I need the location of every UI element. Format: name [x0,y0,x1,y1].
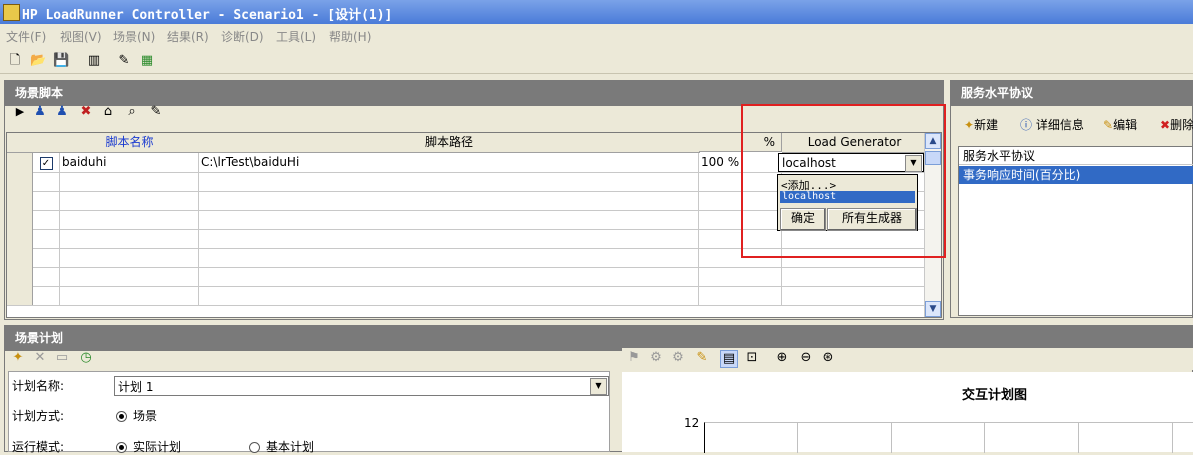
run-mode-real-radio[interactable]: 实际计划 [116,438,181,455]
menu-results[interactable]: 结果(R) [167,28,209,45]
menu-tools[interactable]: 工具(L) [276,28,316,45]
list-item[interactable]: 事务响应时间(百分比) [959,166,1193,184]
menu-file[interactable]: 文件(F) [6,28,46,45]
new-icon: ✦ [964,118,975,132]
pencil-icon: ✎ [1103,118,1114,132]
schedule-toolbar: ✦ ✕ ▭ ◷ [8,348,118,368]
row-header[interactable] [7,153,33,172]
plan-name-label: 计划名称: [12,379,65,393]
chart-ytick: 12 [684,416,700,430]
menu-scenario[interactable]: 场景(N) [113,28,155,45]
chart-plot-area [704,422,1193,453]
plan-mode-label: 计划方式: [12,409,65,423]
chart-tool-icon[interactable]: ⚑ [626,350,642,366]
script-details-icon[interactable]: ⌂ [100,104,116,120]
chart-tool-icon[interactable]: ⚙ [648,350,664,366]
schedule-form: 计划名称: 计划 1 ▼ 计划方式: 场景 运行模式: 实际计划 基本计划 [8,371,610,455]
grid-check-header [33,133,61,153]
play-icon[interactable]: ▶ [12,104,28,120]
sla-details-button[interactable]: ⓘ 详细信息 [1020,116,1084,133]
radio-selected-icon [116,411,127,422]
zoom-reset-icon[interactable]: ⊛ [820,350,836,366]
add-vusers-icon[interactable]: ♟ [32,104,48,120]
title-bar: HP LoadRunner Controller - Scenario1 - [… [0,0,1193,24]
view-script-icon[interactable]: ⌕ [124,104,140,120]
radio-unselected-icon [249,442,260,453]
new-schedule-icon[interactable]: ✦ [10,350,26,366]
chart-title: 交互计划图 [962,388,1028,403]
sla-list-header: 服务水平协议 [959,147,1193,165]
chart-tool-icon[interactable]: ⚙ [670,350,686,366]
highlight-box [741,104,946,258]
sla-panel-title: 服务水平协议 [951,81,1192,106]
scripts-toolbar: ▶ ♟ ♟ ✖ ⌂ ⌕ ✎ [8,102,168,122]
menu-bar: 文件(F) 视图(V) 场景(N) 结果(R) 诊断(D) 工具(L) 帮助(H… [0,24,1193,46]
chart-fit-icon[interactable]: ⊡ [744,350,760,366]
delete-icon: ✖ [1160,118,1171,132]
vusers-icon[interactable]: ♟ [54,104,70,120]
details-icon: ⓘ [1020,118,1033,132]
save-icon[interactable]: 💾 [53,53,69,69]
sla-new-button[interactable]: ✦新建 [964,116,998,133]
interactive-schedule-chart: 交互计划图 12 [622,372,1193,453]
table-row [7,286,927,306]
chevron-down-icon[interactable]: ▼ [590,378,607,395]
sla-edit-button[interactable]: ✎编辑 [1103,116,1137,133]
sla-toolbar: ✦新建 ⓘ 详细信息 ✎编辑 ✖删除 [962,115,1193,135]
row-script-path: C:\lrTest\baiduHi [199,153,699,172]
rename-schedule-icon[interactable]: ▭ [54,350,70,366]
zoom-in-icon[interactable]: ⊕ [774,350,790,366]
zoom-out-icon[interactable]: ⊖ [798,350,814,366]
menu-view[interactable]: 视图(V) [60,28,102,45]
run-icon[interactable]: ✎ [116,53,132,69]
schedule-settings-icon[interactable]: ◷ [78,350,94,366]
run-mode-label: 运行模式: [12,440,65,454]
menu-diagnostics[interactable]: 诊断(D) [221,28,264,45]
scroll-down-icon[interactable]: ▼ [925,301,941,317]
run-mode-basic-radio[interactable]: 基本计划 [249,438,314,455]
results-icon[interactable]: ▦ [139,53,155,69]
grid-corner [7,133,34,153]
new-scenario-icon[interactable]: 🗋 [7,53,23,69]
delete-schedule-icon[interactable]: ✕ [32,350,48,366]
remove-vusers-icon[interactable]: ✖ [78,104,94,120]
plan-name-select[interactable]: 计划 1 ▼ [114,376,609,396]
row-script-name: baiduhi [60,153,199,172]
table-row [7,267,927,287]
chart-view-icon[interactable]: ▤ [720,350,738,368]
edit-script-icon[interactable]: ✎ [148,104,164,120]
col-script-name[interactable]: 脚本名称 [60,133,200,153]
pencil-icon[interactable]: ✎ [694,350,710,366]
plan-mode-scenario-radio[interactable]: 场景 [116,407,157,424]
window-title: HP LoadRunner Controller - Scenario1 - [… [22,8,393,23]
app-icon [3,4,20,21]
lg-icon[interactable]: ▥ [86,53,102,69]
col-script-path[interactable]: 脚本路径 [199,133,700,153]
sla-list: 服务水平协议 事务响应时间(百分比) [958,146,1193,316]
plan-name-value: 计划 1 [118,380,154,394]
radio-selected-icon [116,442,127,453]
menu-help[interactable]: 帮助(H) [329,28,371,45]
row-enabled-checkbox[interactable]: ✓ [33,153,60,172]
open-folder-icon[interactable]: 📂 [30,53,46,69]
sla-delete-button[interactable]: ✖删除 [1160,116,1193,133]
main-toolbar: 🗋 📂 💾 ▥ ✎ ▦ [0,48,1193,74]
chart-toolbar: ⚑ ⚙ ⚙ ✎ ▤ ⊡ ⊕ ⊖ ⊛ [622,348,1193,370]
